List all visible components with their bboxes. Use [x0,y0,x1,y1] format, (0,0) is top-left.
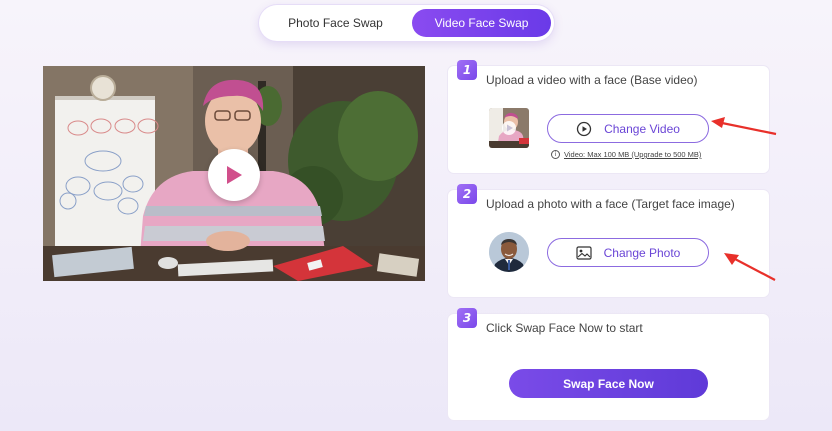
play-icon [227,166,242,184]
target-face-image [489,232,529,272]
step-instruction: Upload a photo with a face (Target face … [486,197,735,211]
swap-face-now-button[interactable]: Swap Face Now [509,369,708,398]
video-size-limit-link[interactable]: Video: Max 100 MB (Upgrade to 500 MB) [564,150,701,159]
step-number-badge: 2 [457,184,477,204]
step-instruction: Upload a video with a face (Base video) [486,73,698,87]
change-photo-label: Change Photo [603,245,681,260]
annotation-arrow-icon [711,117,777,136]
tab-video-face-swap[interactable]: Video Face Swap [412,9,551,37]
annotation-arrow-icon [724,253,776,281]
play-circle-icon [576,121,592,137]
change-video-button[interactable]: Change Video [547,114,709,143]
video-thumbnail-image [489,108,529,148]
base-video-thumbnail[interactable] [489,108,529,148]
face-swap-mode-switch: Photo Face Swap Video Face Swap [259,5,554,41]
change-photo-button[interactable]: Change Photo [547,238,709,267]
target-face-avatar[interactable] [489,232,529,272]
step-swap-card: 3 Click Swap Face Now to start Swap Face… [448,308,769,420]
tab-photo-face-swap[interactable]: Photo Face Swap [263,9,408,37]
step-number-badge: 3 [457,308,477,328]
step-number-badge: 1 [457,60,477,80]
video-size-note: i Video: Max 100 MB (Upgrade to 500 MB) [551,150,701,159]
info-icon: i [551,150,560,159]
play-button[interactable] [208,149,260,201]
image-icon [576,245,592,260]
change-video-label: Change Video [604,121,680,136]
step-instruction: Click Swap Face Now to start [486,321,643,335]
video-preview[interactable] [43,66,425,281]
